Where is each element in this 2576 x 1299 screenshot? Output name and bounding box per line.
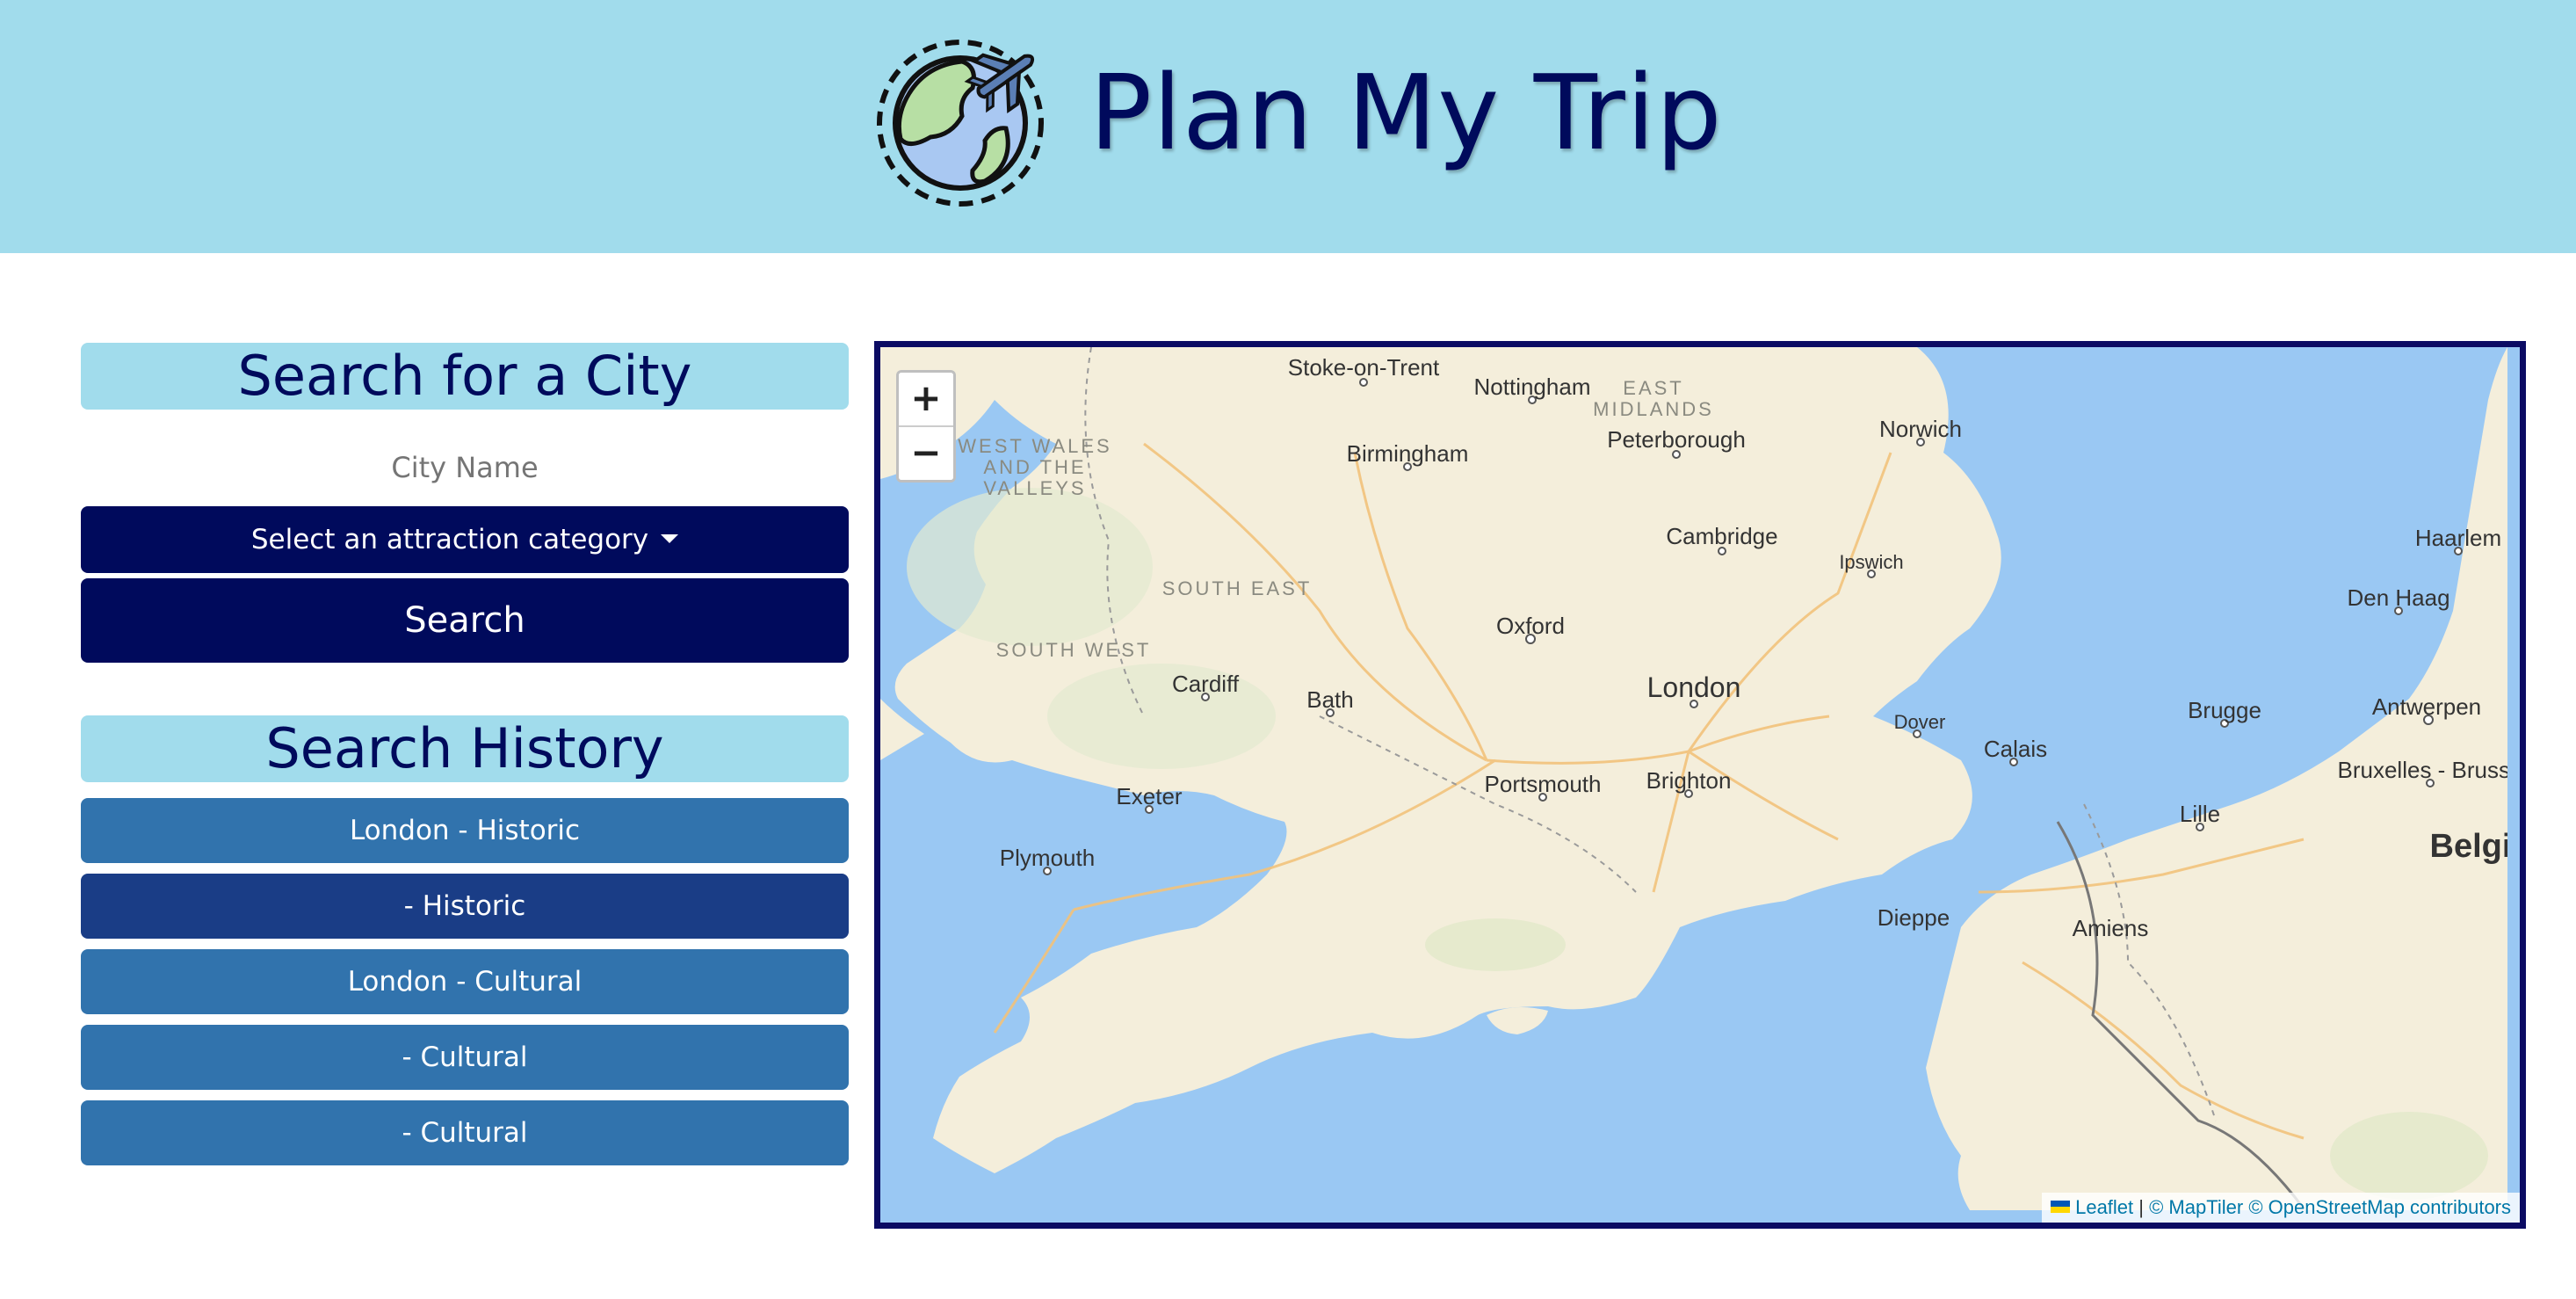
city-label: Lille xyxy=(2180,801,2220,827)
city-label: Birmingham xyxy=(1347,440,1469,467)
city-label: Ipswich xyxy=(1839,551,1903,573)
history-item[interactable]: - Cultural xyxy=(81,1025,849,1090)
city-label: Stoke-on-Trent xyxy=(1288,354,1440,381)
search-heading: Search for a City xyxy=(81,343,849,410)
region-label: MIDLANDS xyxy=(1593,398,1714,420)
category-dropdown-label: Select an attraction category xyxy=(250,524,649,555)
city-label: Dieppe xyxy=(1878,904,1950,931)
attribution-separator: | xyxy=(2133,1196,2150,1218)
globe-airplane-icon xyxy=(877,40,1044,207)
city-label: Cardiff xyxy=(1172,671,1240,697)
city-label: Brighton xyxy=(1646,767,1732,794)
city-label: Brugge xyxy=(2188,697,2261,723)
region-label: VALLEYS xyxy=(983,477,1086,499)
region-label: SOUTH WEST xyxy=(996,639,1152,661)
city-label: Amiens xyxy=(2073,915,2149,941)
maptiler-link[interactable]: © MapTiler xyxy=(2149,1196,2243,1218)
city-label: Plymouth xyxy=(1000,845,1095,871)
city-label: Portsmouth xyxy=(1485,771,1602,797)
header: Plan My Trip xyxy=(0,0,2576,253)
map-view[interactable]: EAST MIDLANDS WEST WALES AND THE VALLEYS… xyxy=(874,341,2526,1229)
city-label: Norwich xyxy=(1879,416,1962,442)
leaflet-link[interactable]: Leaflet xyxy=(2075,1196,2133,1218)
city-label: Antwerpen xyxy=(2372,693,2481,720)
city-label: Calais xyxy=(1984,736,2047,762)
city-label: Nottingham xyxy=(1474,374,1591,400)
region-label: SOUTH EAST xyxy=(1162,577,1313,599)
zoom-out-button[interactable]: − xyxy=(899,427,953,480)
city-name-input[interactable] xyxy=(81,441,849,494)
city-label: Den Haag xyxy=(2347,584,2449,611)
city-label: Dover xyxy=(1894,711,1946,733)
zoom-in-button[interactable]: + xyxy=(899,373,953,427)
history-item[interactable]: London - Cultural xyxy=(81,949,849,1014)
region-label: EAST xyxy=(1623,377,1683,399)
history-item[interactable]: - Historic xyxy=(81,874,849,939)
country-label: Belgi xyxy=(2430,828,2507,865)
city-label: Cambridge xyxy=(1666,523,1777,549)
city-label: Bath xyxy=(1306,686,1354,713)
search-button[interactable]: Search xyxy=(81,578,849,663)
city-label: Exeter xyxy=(1116,783,1182,809)
city-label: Peterborough xyxy=(1607,426,1746,453)
app-title: Plan My Trip xyxy=(1089,52,1723,173)
region-label: AND THE xyxy=(983,456,1086,478)
city-label: Haarlem xyxy=(2415,525,2501,551)
history-item[interactable]: - Cultural xyxy=(81,1100,849,1165)
history-heading: Search History xyxy=(81,715,849,782)
osm-link[interactable]: © OpenStreetMap contributors xyxy=(2248,1196,2511,1218)
attraction-category-dropdown[interactable]: Select an attraction category xyxy=(81,506,849,573)
map-attribution: Leaflet | © MapTiler © OpenStreetMap con… xyxy=(2042,1193,2520,1223)
zoom-control: + − xyxy=(896,370,956,483)
map-tiles: EAST MIDLANDS WEST WALES AND THE VALLEYS… xyxy=(880,347,2507,1210)
history-item[interactable]: London - Historic xyxy=(81,798,849,863)
city-label: London xyxy=(1647,671,1741,703)
ukraine-flag-icon xyxy=(2051,1201,2071,1214)
city-label: Oxford xyxy=(1496,613,1565,639)
caret-down-icon xyxy=(661,533,679,543)
region-label: WEST WALES xyxy=(958,435,1111,457)
city-label: Bruxelles - Brusse xyxy=(2338,757,2507,783)
